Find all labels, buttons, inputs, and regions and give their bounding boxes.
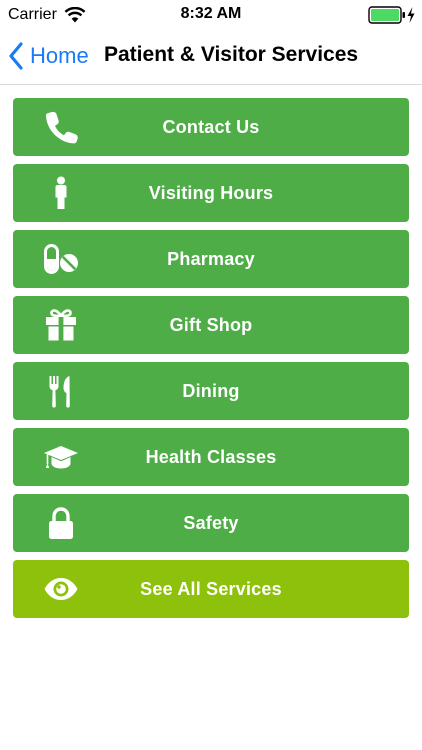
lock-icon — [41, 506, 81, 540]
status-time: 8:32 AM — [180, 5, 242, 22]
visiting-hours-label: Visiting Hours — [148, 182, 274, 203]
page-title: Patient & Visitor Services — [104, 43, 359, 66]
back-button-label: Home — [30, 43, 89, 68]
health-classes-button[interactable]: Health Classes — [13, 428, 409, 486]
pharmacy-label: Pharmacy — [167, 248, 255, 269]
see-all-services-label: See All Services — [140, 578, 282, 599]
contact-us-label: Contact Us — [162, 116, 260, 137]
dining-button[interactable]: Dining — [13, 362, 409, 420]
contact-us-button[interactable]: Contact Us — [13, 98, 409, 156]
see-all-services-button[interactable]: See All Services — [13, 560, 409, 618]
visiting-hours-button[interactable]: Visiting Hours — [13, 164, 409, 222]
gift-shop-button[interactable]: Gift Shop — [13, 296, 409, 354]
safety-label: Safety — [183, 512, 239, 533]
gift-icon — [41, 308, 81, 342]
charging-bolt-icon — [407, 7, 415, 23]
chevron-left-icon — [9, 42, 23, 70]
person-icon — [41, 176, 81, 210]
battery-icon — [368, 6, 405, 24]
dining-label: Dining — [182, 380, 240, 401]
navigation-bar: Home Patient & Visitor Services — [0, 30, 422, 85]
health-classes-label: Health Classes — [145, 446, 277, 467]
phone-icon — [41, 110, 81, 144]
utensils-icon — [41, 374, 81, 408]
status-bar: Carrier 8:32 AM — [0, 0, 422, 30]
pharmacy-button[interactable]: Pharmacy — [13, 230, 409, 288]
graduation-cap-icon — [41, 440, 81, 474]
pills-icon — [41, 242, 81, 276]
gift-shop-label: Gift Shop — [169, 314, 253, 335]
back-button[interactable]: Home — [8, 40, 89, 72]
eye-icon — [41, 572, 81, 606]
safety-button[interactable]: Safety — [13, 494, 409, 552]
services-menu: Contact Us Visiting Hours Pharmacy Gift … — [13, 98, 409, 626]
